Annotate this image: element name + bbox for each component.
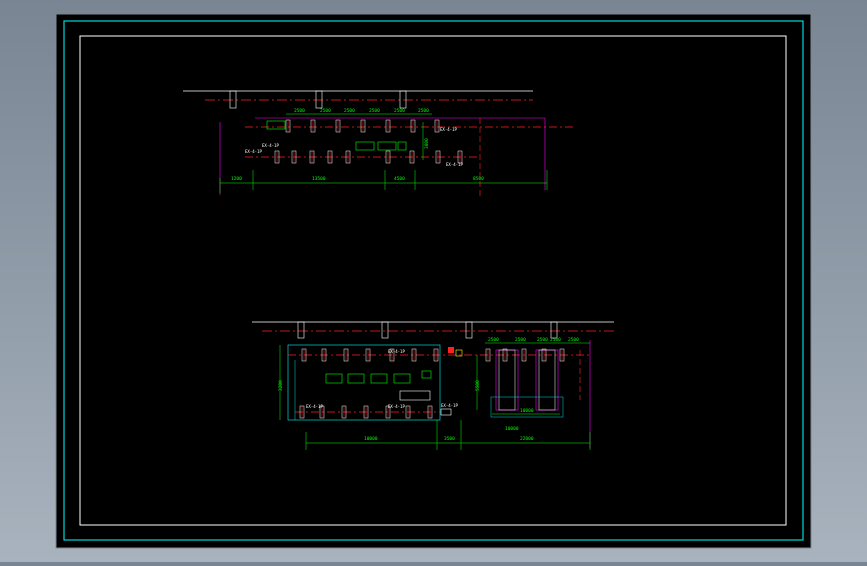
dim-vertical: 3200 bbox=[278, 380, 284, 391]
dim-top: 2500 bbox=[568, 337, 579, 343]
annotation: EX-4-1P bbox=[388, 404, 405, 409]
dim-vertical: 3800 bbox=[424, 138, 430, 149]
dim-center: 10000 bbox=[520, 408, 534, 414]
annotation: EX-4-1P bbox=[262, 143, 279, 148]
dim-top: 2500 bbox=[369, 108, 380, 114]
dim-top: 2500 bbox=[344, 108, 355, 114]
annotation: EX-4-1P bbox=[446, 162, 463, 167]
dim-bottom: 3500 bbox=[444, 436, 455, 442]
dim-top: 2500 bbox=[394, 108, 405, 114]
dim-top: 2500 bbox=[320, 108, 331, 114]
dim-bottom: 13500 bbox=[312, 176, 326, 182]
dim-bottom: 10000 bbox=[364, 436, 378, 442]
annotation: EX-4-1P bbox=[440, 127, 457, 132]
cad-viewport[interactable]: 2500 2500 2500 2500 2500 2500 3800 1200 … bbox=[0, 0, 867, 562]
dim-top: 2500 bbox=[488, 337, 499, 343]
dim-bottom: 22000 bbox=[520, 436, 534, 442]
annotation: EX-4-1P bbox=[306, 404, 323, 409]
dim-bottom: 1200 bbox=[231, 176, 242, 182]
dim-center: 10000 bbox=[505, 426, 519, 432]
dim-top: 2500 bbox=[418, 108, 429, 114]
dim-bottom: 8500 bbox=[473, 176, 484, 182]
annotation: EX-4-1P bbox=[388, 349, 405, 354]
annotation: EX-4-1P bbox=[245, 149, 262, 154]
dim-top: 2500 bbox=[515, 337, 526, 343]
cad-drawing: 2500 2500 2500 2500 2500 2500 3800 1200 … bbox=[55, 13, 812, 549]
drawing-sheet bbox=[55, 13, 812, 549]
dim-top: 2500 bbox=[550, 337, 561, 343]
annotation: EX-4-1P bbox=[441, 403, 458, 408]
dim-vertical: 5500 bbox=[475, 380, 481, 391]
dim-bottom: 4500 bbox=[394, 176, 405, 182]
dim-top: 2500 bbox=[294, 108, 305, 114]
dim-top: 2500 bbox=[537, 337, 548, 343]
